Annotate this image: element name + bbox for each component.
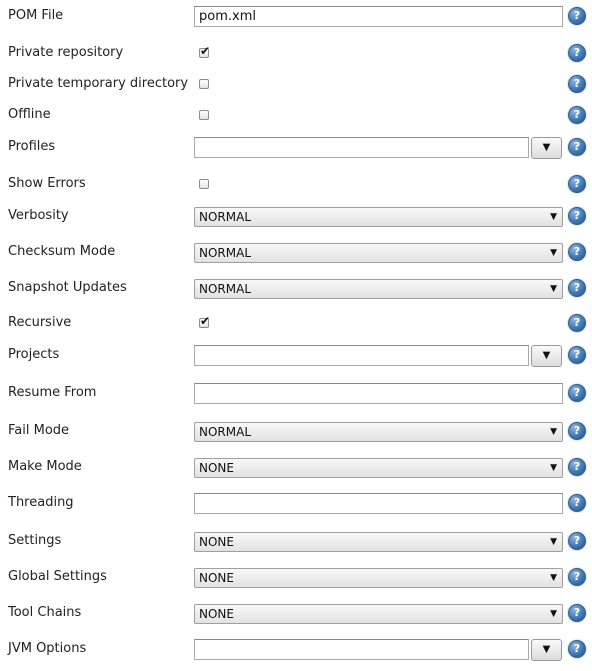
select-arrow-icon: ▼: [550, 573, 557, 583]
verbosity-value: NORMAL: [199, 210, 252, 224]
help-icon[interactable]: ?: [568, 532, 586, 550]
help-icon[interactable]: ?: [568, 7, 586, 25]
check-icon: ✔: [200, 314, 211, 328]
tool-chains-select[interactable]: NONE ▼: [194, 604, 563, 624]
help-icon[interactable]: ?: [568, 175, 586, 193]
recursive-checkbox[interactable]: ✔: [199, 314, 210, 328]
help-icon[interactable]: ?: [568, 44, 586, 62]
select-arrow-icon: ▼: [550, 609, 557, 619]
fail-mode-label: Fail Mode: [8, 423, 70, 438]
help-icon[interactable]: ?: [568, 75, 586, 93]
threading-input[interactable]: [194, 493, 563, 514]
global-settings-label: Global Settings: [8, 569, 107, 584]
help-icon[interactable]: ?: [568, 422, 586, 440]
private-temp-dir-checkbox[interactable]: [199, 79, 209, 89]
private-repository-label: Private repository: [8, 45, 124, 60]
profiles-label: Profiles: [8, 139, 56, 154]
projects-input[interactable]: [194, 345, 529, 366]
select-arrow-icon: ▼: [550, 537, 557, 547]
make-mode-select[interactable]: NONE ▼: [194, 458, 563, 478]
global-settings-value: NONE: [199, 571, 234, 585]
projects-dropdown-button[interactable]: ▼: [531, 345, 562, 367]
help-icon[interactable]: ?: [568, 640, 586, 658]
verbosity-label: Verbosity: [8, 208, 69, 223]
tool-chains-label: Tool Chains: [8, 605, 82, 620]
snapshot-updates-label: Snapshot Updates: [8, 280, 127, 295]
profiles-dropdown-button[interactable]: ▼: [531, 137, 562, 159]
help-icon[interactable]: ?: [568, 207, 586, 225]
help-icon[interactable]: ?: [568, 604, 586, 622]
verbosity-select[interactable]: NORMAL ▼: [194, 207, 563, 227]
make-mode-label: Make Mode: [8, 459, 82, 474]
show-errors-label: Show Errors: [8, 176, 86, 191]
tool-chains-value: NONE: [199, 607, 234, 621]
help-icon[interactable]: ?: [568, 384, 586, 402]
pom-file-label: POM File: [8, 8, 64, 23]
offline-label: Offline: [8, 107, 51, 122]
select-arrow-icon: ▼: [550, 248, 557, 258]
profiles-input[interactable]: [194, 137, 529, 158]
global-settings-select[interactable]: NONE ▼: [194, 568, 563, 588]
help-icon[interactable]: ?: [568, 458, 586, 476]
offline-checkbox[interactable]: [199, 110, 209, 120]
help-icon[interactable]: ?: [568, 138, 586, 156]
settings-value: NONE: [199, 535, 234, 549]
select-arrow-icon: ▼: [550, 284, 557, 294]
checksum-mode-value: NORMAL: [199, 246, 252, 260]
check-icon: ✔: [200, 44, 211, 58]
fail-mode-value: NORMAL: [199, 425, 252, 439]
make-mode-value: NONE: [199, 461, 234, 475]
recursive-label: Recursive: [8, 315, 72, 330]
settings-select[interactable]: NONE ▼: [194, 532, 563, 552]
pom-file-input[interactable]: pom.xml: [194, 6, 563, 27]
threading-label: Threading: [8, 495, 74, 510]
settings-label: Settings: [8, 533, 62, 548]
checksum-mode-select[interactable]: NORMAL ▼: [194, 243, 563, 263]
help-icon[interactable]: ?: [568, 314, 586, 332]
show-errors-checkbox[interactable]: [199, 179, 209, 189]
help-icon[interactable]: ?: [568, 243, 586, 261]
snapshot-updates-value: NORMAL: [199, 282, 252, 296]
help-icon[interactable]: ?: [568, 568, 586, 586]
help-icon[interactable]: ?: [568, 279, 586, 297]
private-repository-checkbox[interactable]: ✔: [199, 44, 210, 58]
select-arrow-icon: ▼: [550, 463, 557, 473]
help-icon[interactable]: ?: [568, 346, 586, 364]
jvm-options-dropdown-button[interactable]: ▼: [531, 639, 562, 661]
private-temp-dir-label: Private temporary directory: [8, 76, 189, 91]
help-icon[interactable]: ?: [568, 106, 586, 124]
jvm-options-label: JVM Options: [8, 641, 87, 656]
select-arrow-icon: ▼: [550, 212, 557, 222]
jvm-options-input[interactable]: [194, 639, 529, 660]
projects-label: Projects: [8, 347, 60, 362]
help-icon[interactable]: ?: [568, 494, 586, 512]
resume-from-input[interactable]: [194, 383, 563, 404]
resume-from-label: Resume From: [8, 385, 97, 400]
snapshot-updates-select[interactable]: NORMAL ▼: [194, 279, 563, 299]
checksum-mode-label: Checksum Mode: [8, 244, 116, 259]
fail-mode-select[interactable]: NORMAL ▼: [194, 422, 563, 442]
select-arrow-icon: ▼: [550, 427, 557, 437]
